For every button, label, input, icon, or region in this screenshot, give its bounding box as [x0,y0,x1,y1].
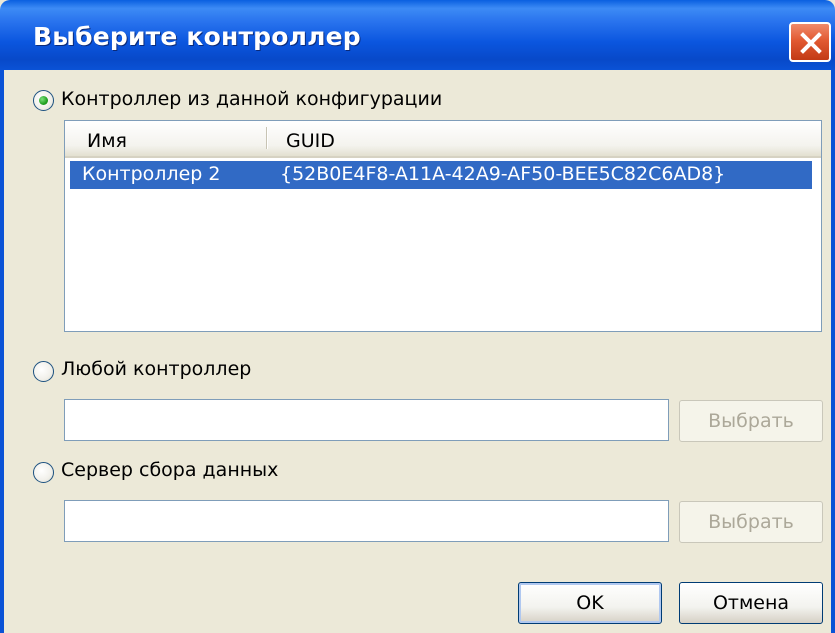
radio-selected-dot [39,96,48,105]
radio-from-config[interactable] [33,90,54,111]
choose-server-button[interactable]: Выбрать [679,501,823,543]
column-separator-highlight [267,127,268,149]
choose-controller-button[interactable]: Выбрать [679,400,823,442]
radio-any-controller-label[interactable]: Любой контроллер [61,358,251,380]
window-border-right [831,70,835,633]
any-controller-field[interactable] [64,399,669,441]
close-button[interactable] [789,22,831,62]
cancel-button[interactable]: Отмена [679,582,823,624]
radio-from-config-label[interactable]: Контроллер из данной конфигурации [61,88,442,110]
radio-any-controller[interactable] [33,361,54,382]
ok-button[interactable]: OK [518,582,662,624]
dialog-window: Выберите контроллер Контроллер из данной… [0,0,835,633]
controller-list[interactable]: Имя GUID Контроллер 2 {52B0E4F8-A11A-42A… [64,120,822,332]
window-border-left [0,70,4,633]
radio-data-server[interactable] [33,462,54,483]
close-icon [800,32,822,54]
radio-data-server-label[interactable]: Сервер сбора данных [61,459,278,481]
title-bar[interactable]: Выберите контроллер [0,0,835,70]
column-header-guid[interactable]: GUID [286,130,335,152]
row-guid: {52B0E4F8-A11A-42A9-AF50-BEE5C82C6AD8} [280,163,726,185]
list-row-selected[interactable]: Контроллер 2 {52B0E4F8-A11A-42A9-AF50-BE… [70,161,812,189]
dialog-title: Выберите контроллер [33,22,361,51]
list-header: Имя GUID [65,121,821,158]
data-server-field[interactable] [64,500,669,542]
column-header-name[interactable]: Имя [87,130,127,152]
row-name: Контроллер 2 [82,163,221,185]
